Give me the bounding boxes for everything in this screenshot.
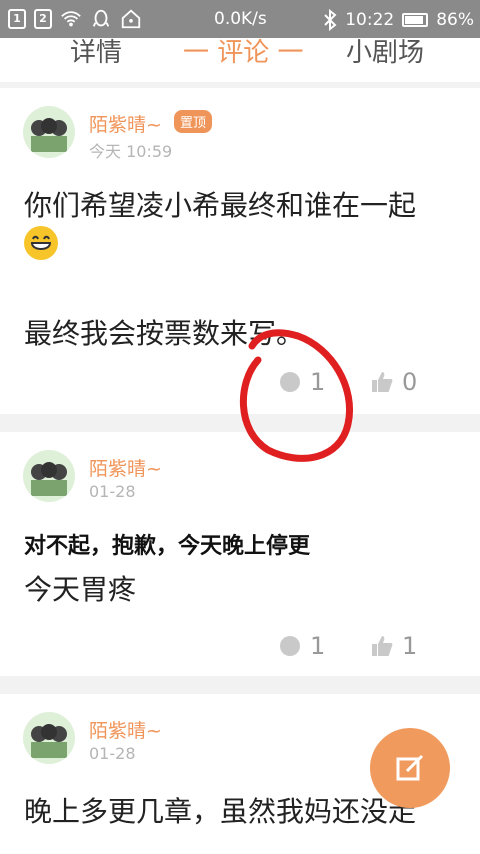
avatar[interactable] bbox=[23, 712, 75, 764]
comment-count[interactable]: 1 bbox=[278, 632, 325, 660]
tab-comments[interactable]: 一 评论 一 bbox=[183, 32, 304, 69]
battery-percent: 86% bbox=[436, 10, 474, 30]
post-time: 今天 10:59 bbox=[89, 142, 173, 161]
tab-bar: 详情 一 评论 一 小剧场 bbox=[0, 38, 480, 82]
thumbs-up-icon bbox=[372, 372, 393, 392]
post-text-line1: 晚上多更几章，虽然我妈还没走 bbox=[24, 795, 417, 828]
home-icon bbox=[121, 9, 141, 29]
status-right: 10:22 86% bbox=[323, 9, 474, 31]
tab-details[interactable]: 详情 bbox=[70, 32, 122, 69]
post-text-line2: 最终我会按票数来写。 bbox=[24, 317, 305, 350]
status-left: 1 2 bbox=[8, 8, 142, 30]
author-name[interactable]: 陌紫晴~ bbox=[89, 716, 162, 743]
author-name[interactable]: 陌紫晴~ bbox=[89, 110, 162, 137]
clock: 10:22 bbox=[345, 10, 395, 30]
post-time: 01-28 bbox=[89, 482, 136, 501]
compose-button[interactable] bbox=[370, 728, 450, 808]
avatar[interactable] bbox=[23, 450, 75, 502]
like-count-value: 0 bbox=[402, 368, 418, 396]
edit-icon bbox=[396, 754, 424, 781]
comment-icon bbox=[280, 636, 300, 656]
post-text-line1: 你们希望凌小希最终和谁在一起 bbox=[24, 189, 417, 222]
comment-icon bbox=[280, 372, 300, 392]
comment-count-value: 1 bbox=[310, 368, 326, 396]
like-count[interactable]: 1 bbox=[370, 632, 417, 660]
post-text-bold: 对不起，抱歉，今天晚上停更 bbox=[24, 534, 311, 559]
comment-count-value: 1 bbox=[310, 632, 326, 660]
post-card[interactable]: 陌紫晴~ 置顶 今天 10:59 你们希望凌小希最终和谁在一起 最终我会按票数来… bbox=[0, 88, 480, 414]
thumbs-up-icon bbox=[372, 636, 393, 656]
bluetooth-icon bbox=[324, 9, 337, 31]
qq-icon bbox=[92, 9, 110, 27]
wifi-icon bbox=[61, 11, 81, 27]
sim2-icon: 2 bbox=[34, 9, 52, 29]
pinned-badge: 置顶 bbox=[174, 110, 213, 133]
author-name[interactable]: 陌紫晴~ bbox=[89, 454, 162, 481]
like-count[interactable]: 0 bbox=[370, 368, 417, 396]
tab-theater[interactable]: 小剧场 bbox=[346, 32, 424, 69]
sim1-icon: 1 bbox=[8, 9, 26, 29]
comment-count[interactable]: 1 bbox=[278, 368, 325, 396]
post-text-line1: 今天胃疼 bbox=[24, 573, 137, 606]
post-time: 01-28 bbox=[89, 744, 136, 763]
battery-icon bbox=[402, 13, 429, 27]
avatar[interactable] bbox=[23, 106, 75, 158]
post-card[interactable]: 陌紫晴~ 01-28 对不起，抱歉，今天晚上停更 今天胃疼 1 1 bbox=[0, 432, 480, 676]
network-speed: 0.0K/s bbox=[214, 9, 267, 29]
grin-emoji-icon bbox=[24, 226, 58, 260]
like-count-value: 1 bbox=[402, 632, 418, 660]
